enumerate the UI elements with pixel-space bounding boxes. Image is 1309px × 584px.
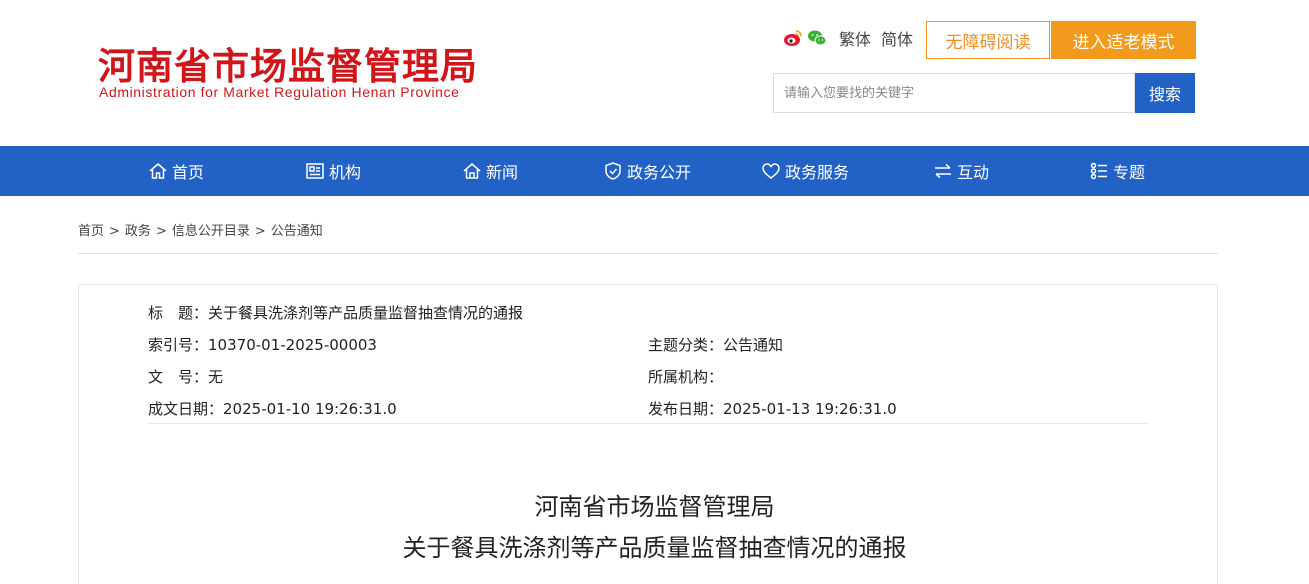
meta-created-date: 成文日期：2025-01-10 19:26:31.0 <box>148 398 397 419</box>
nav-item-gov-affairs[interactable]: 政务公开 <box>603 146 691 196</box>
org-icon <box>306 163 324 179</box>
home-icon <box>149 163 167 179</box>
nav-item-home[interactable]: 首页 <box>148 146 204 196</box>
nav-label: 政务服务 <box>785 163 850 182</box>
breadcrumb-divider <box>78 253 1218 254</box>
breadcrumb-separator: > <box>109 224 120 239</box>
list-icon <box>1090 162 1107 180</box>
lang-simplified-link[interactable]: 简体 <box>881 26 913 50</box>
lang-traditional-link[interactable]: 繁体 <box>839 26 871 50</box>
breadcrumb: 首页 > 政务 > 信息公开目录 > 公告通知 <box>78 220 323 239</box>
meta-title: 标 题：关于餐具洗涤剂等产品质量监督抽查情况的通报 <box>148 302 523 323</box>
meta-label: 所属机构： <box>648 368 724 386</box>
site-header: 河南省市场监督管理局 Administration for Market Reg… <box>0 0 1309 146</box>
search-input[interactable] <box>773 73 1135 113</box>
meta-value: 关于餐具洗涤剂等产品质量监督抽查情况的通报 <box>208 304 524 322</box>
meta-value: 2025-01-13 19:26:31.0 <box>723 400 897 418</box>
nav-item-interaction[interactable]: 互动 <box>933 146 989 196</box>
breadcrumb-home[interactable]: 首页 <box>78 224 104 239</box>
article-title-line2: 关于餐具洗涤剂等产品质量监督抽查情况的通报 <box>402 534 907 562</box>
meta-category: 主题分类：公告通知 <box>648 334 783 355</box>
article-title-line1: 河南省市场监督管理局 <box>534 493 775 521</box>
nav-item-topics[interactable]: 专题 <box>1089 146 1145 196</box>
wechat-icon[interactable] <box>807 28 827 48</box>
meta-value: 2025-01-10 19:26:31.0 <box>223 400 397 418</box>
shield-icon <box>605 162 621 180</box>
nav-label: 机构 <box>329 163 362 182</box>
exchange-icon <box>935 163 951 179</box>
search-button[interactable]: 搜索 <box>1135 73 1195 113</box>
nav-label: 互动 <box>957 163 990 182</box>
meta-label: 发布日期： <box>648 400 724 418</box>
nav-item-org[interactable]: 机构 <box>305 146 361 196</box>
site-logo-title[interactable]: 河南省市场监督管理局 <box>98 36 478 90</box>
meta-value: 公告通知 <box>723 336 784 354</box>
meta-index: 索引号：10370-01-2025-00003 <box>148 334 377 355</box>
meta-label: 标 题： <box>148 304 209 322</box>
breadcrumb-separator: > <box>254 224 266 239</box>
meta-value: 10370-01-2025-00003 <box>208 336 377 354</box>
main-nav: 首页 机构 新闻 政务公开 政务服务 互动 专题 <box>0 146 1309 196</box>
elder-mode-button[interactable]: 进入适老模式 <box>1051 21 1196 59</box>
meta-divider <box>148 423 1148 424</box>
nav-label: 政务公开 <box>627 163 692 182</box>
meta-doc-no: 文 号：无 <box>148 366 223 387</box>
meta-label: 主题分类： <box>648 336 724 354</box>
heart-icon <box>762 163 780 179</box>
meta-value: 无 <box>208 368 224 386</box>
weibo-icon[interactable] <box>783 28 803 48</box>
nav-label: 专题 <box>1113 163 1146 182</box>
breadcrumb-gov[interactable]: 政务 <box>125 224 151 239</box>
header-tools: 繁体 简体 <box>783 26 913 50</box>
breadcrumb-notices[interactable]: 公告通知 <box>271 224 323 239</box>
site-logo-subtitle: Administration for Market Regulation Hen… <box>99 84 460 100</box>
breadcrumb-catalog[interactable]: 信息公开目录 <box>172 224 250 239</box>
nav-label: 首页 <box>172 163 205 182</box>
breadcrumb-separator: > <box>155 224 167 239</box>
meta-label: 文 号： <box>148 368 209 386</box>
meta-org: 所属机构： <box>648 366 723 387</box>
nav-label: 新闻 <box>486 163 519 182</box>
meta-label: 索引号： <box>148 336 209 354</box>
nav-item-news[interactable]: 新闻 <box>462 146 518 196</box>
accessible-reading-button[interactable]: 无障碍阅读 <box>926 21 1050 59</box>
news-icon <box>463 163 481 179</box>
meta-label: 成文日期： <box>148 400 224 418</box>
meta-published-date: 发布日期：2025-01-13 19:26:31.0 <box>648 398 897 419</box>
nav-item-gov-services[interactable]: 政务服务 <box>761 146 849 196</box>
